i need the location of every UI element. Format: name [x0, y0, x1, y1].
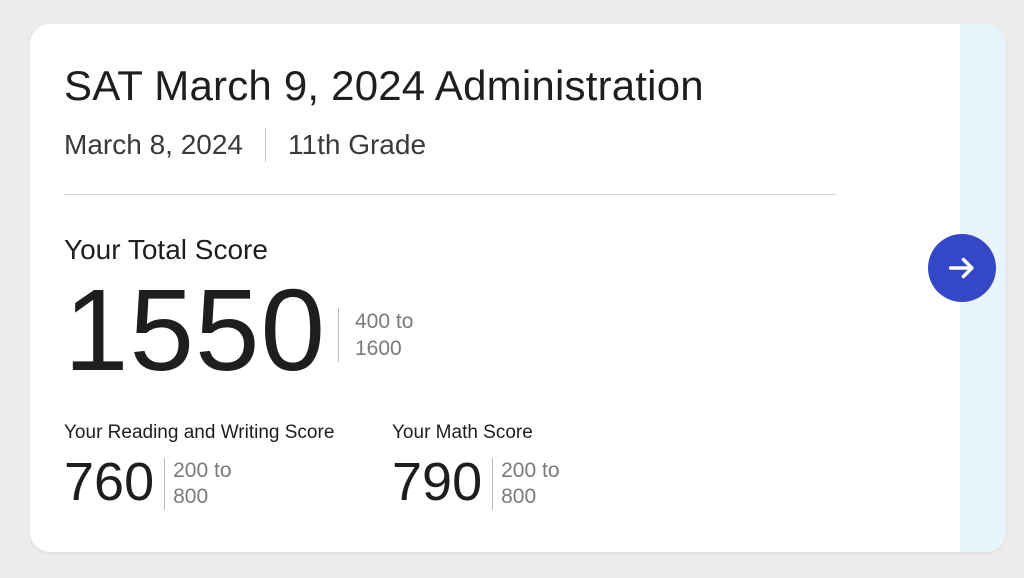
- arrow-right-icon: [948, 257, 974, 279]
- math-range-low: 200 to: [501, 459, 560, 482]
- total-range-low: 400 to: [355, 310, 414, 333]
- math-label: Your Math Score: [392, 422, 533, 443]
- test-meta: March 8, 2024 11th Grade: [64, 128, 426, 162]
- divider: [64, 194, 836, 195]
- math-section: Your Math Score 790 200 to 800: [392, 422, 571, 512]
- reading-writing-score: 760: [64, 452, 155, 512]
- test-grade: 11th Grade: [288, 129, 427, 160]
- reading-writing-section: Your Reading and Writing Score 760 200 t…: [64, 422, 334, 512]
- total-score-value: 1550: [64, 265, 327, 395]
- meta-separator: [265, 128, 266, 162]
- reading-writing-range-low: 200 to: [173, 459, 232, 482]
- open-score-details-button[interactable]: [928, 234, 996, 302]
- total-score-label: Your Total Score: [64, 234, 268, 265]
- reading-writing-range: 200 to 800: [164, 458, 243, 510]
- range-separator: [492, 458, 494, 510]
- total-score-range: 400 to 1600: [338, 308, 435, 362]
- reading-writing-range-high: 800: [173, 485, 209, 508]
- range-separator: [338, 308, 339, 362]
- math-score: 790: [392, 452, 483, 512]
- math-range-high: 800: [501, 485, 537, 508]
- reading-writing-label: Your Reading and Writing Score: [64, 422, 335, 443]
- range-separator: [164, 458, 166, 510]
- math-range: 200 to 800: [492, 458, 571, 510]
- test-date: March 8, 2024: [64, 129, 243, 160]
- total-range-high: 1600: [355, 337, 402, 360]
- score-card[interactable]: SAT March 9, 2024 Administration March 8…: [30, 24, 1006, 552]
- page: SAT March 9, 2024 Administration March 8…: [0, 0, 1024, 578]
- test-title: SAT March 9, 2024 Administration: [64, 62, 704, 109]
